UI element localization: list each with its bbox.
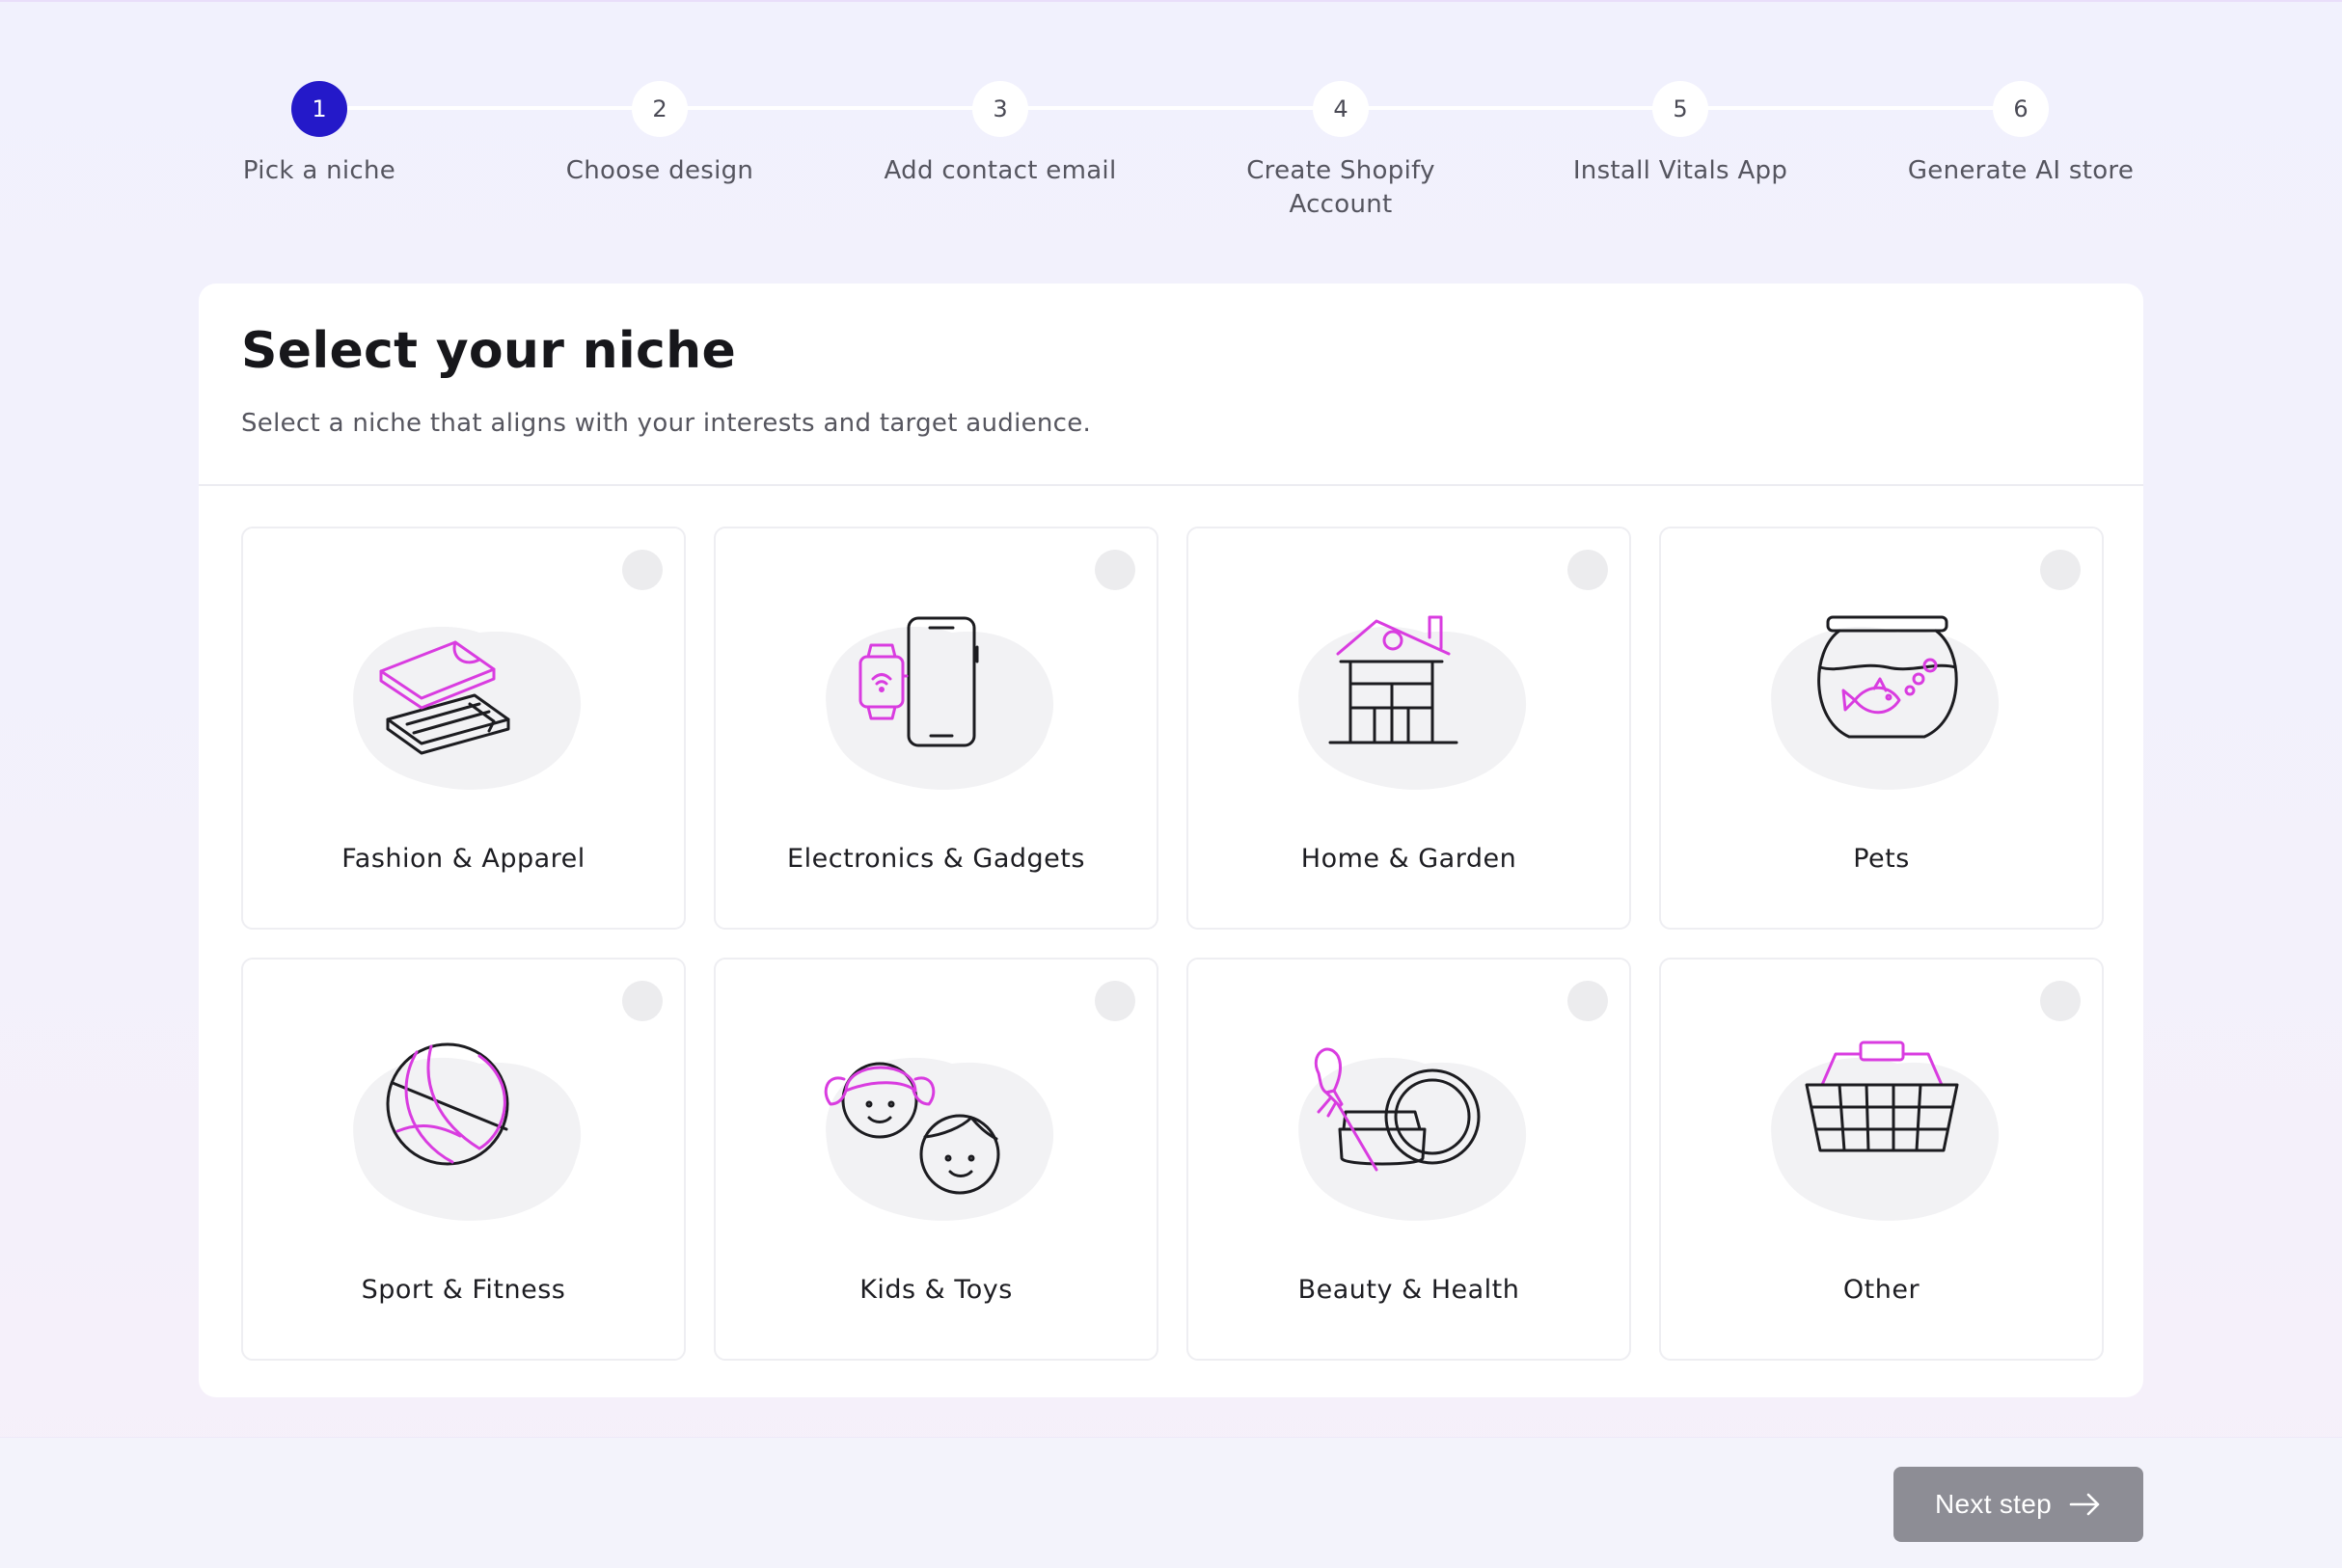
page-title: Select your niche: [241, 322, 737, 380]
niche-grid: Fashion & Apparel Electronics & Gadgets …: [241, 527, 2104, 1361]
step-number-badge: 3: [972, 81, 1028, 137]
niche-label: Sport & Fitness: [361, 1275, 566, 1305]
niche-label: Home & Garden: [1300, 844, 1517, 874]
step-number-badge: 6: [1993, 81, 2049, 137]
step-install-vitals-app[interactable]: 5 Install Vitals App: [1526, 81, 1835, 188]
niche-radio[interactable]: [1095, 550, 1135, 590]
step-label: Choose design: [565, 156, 754, 185]
house-icon: [1280, 604, 1540, 797]
step-generate-ai-store[interactable]: 6 Generate AI store: [1866, 81, 2175, 188]
arrow-right-icon: [2069, 1492, 2102, 1517]
ball-icon: [335, 1035, 595, 1228]
niche-selection-card: Select your niche Select a niche that al…: [199, 284, 2143, 1397]
niche-radio[interactable]: [622, 981, 663, 1021]
step-add-contact-email[interactable]: 3 Add contact email: [846, 81, 1155, 188]
next-step-button[interactable]: Next step: [1893, 1467, 2143, 1542]
niche-radio[interactable]: [1567, 550, 1608, 590]
phone-watch-icon: [807, 604, 1068, 797]
niche-option-home[interactable]: Home & Garden: [1186, 527, 1631, 930]
step-label: Install Vitals App: [1572, 156, 1788, 185]
niche-radio[interactable]: [1567, 981, 1608, 1021]
step-pick-niche[interactable]: 1 Pick a niche: [165, 81, 474, 188]
niche-option-sport[interactable]: Sport & Fitness: [241, 958, 686, 1361]
page: 1 Pick a niche 2 Choose design 3 Add con…: [0, 0, 2342, 1568]
step-label: Generate AI store: [1907, 156, 2135, 185]
wallet-icon: [335, 604, 595, 797]
kids-icon: [807, 1035, 1068, 1228]
niche-label: Fashion & Apparel: [341, 844, 586, 874]
step-choose-design[interactable]: 2 Choose design: [505, 81, 814, 188]
niche-option-kids[interactable]: Kids & Toys: [714, 958, 1158, 1361]
niche-label: Kids & Toys: [859, 1275, 1013, 1305]
card-header: Select your niche Select a niche that al…: [199, 284, 2143, 486]
step-label: Pick a niche: [242, 156, 396, 185]
niche-option-pets[interactable]: Pets: [1659, 527, 2104, 930]
fishbowl-icon: [1753, 604, 2013, 797]
footer-bar: Next step: [0, 1437, 2342, 1568]
page-subtitle: Select a niche that aligns with your int…: [241, 409, 1092, 438]
progress-stepper: 1 Pick a niche 2 Choose design 3 Add con…: [0, 81, 2342, 235]
niche-label: Beauty & Health: [1297, 1275, 1520, 1305]
niche-label: Electronics & Gadgets: [787, 844, 1085, 874]
step-label: Add contact email: [884, 156, 1117, 185]
step-number-badge: 4: [1313, 81, 1369, 137]
niche-label: Other: [1842, 1275, 1920, 1305]
niche-radio[interactable]: [1095, 981, 1135, 1021]
step-number-badge: 2: [632, 81, 688, 137]
step-label: Create Shopify Account: [1246, 156, 1435, 219]
step-number-badge: 1: [291, 81, 347, 137]
niche-label: Pets: [1853, 844, 1910, 874]
niche-option-beauty[interactable]: Beauty & Health: [1186, 958, 1631, 1361]
basket-icon: [1753, 1035, 2013, 1228]
niche-radio[interactable]: [622, 550, 663, 590]
niche-radio[interactable]: [2040, 981, 2081, 1021]
cosmetics-icon: [1280, 1035, 1540, 1228]
niche-option-other[interactable]: Other: [1659, 958, 2104, 1361]
step-create-shopify-account[interactable]: 4 Create Shopify Account: [1186, 81, 1495, 222]
next-step-label: Next step: [1935, 1489, 2052, 1519]
step-number-badge: 5: [1652, 81, 1708, 137]
niche-option-fashion[interactable]: Fashion & Apparel: [241, 527, 686, 930]
niche-radio[interactable]: [2040, 550, 2081, 590]
niche-option-electronics[interactable]: Electronics & Gadgets: [714, 527, 1158, 930]
